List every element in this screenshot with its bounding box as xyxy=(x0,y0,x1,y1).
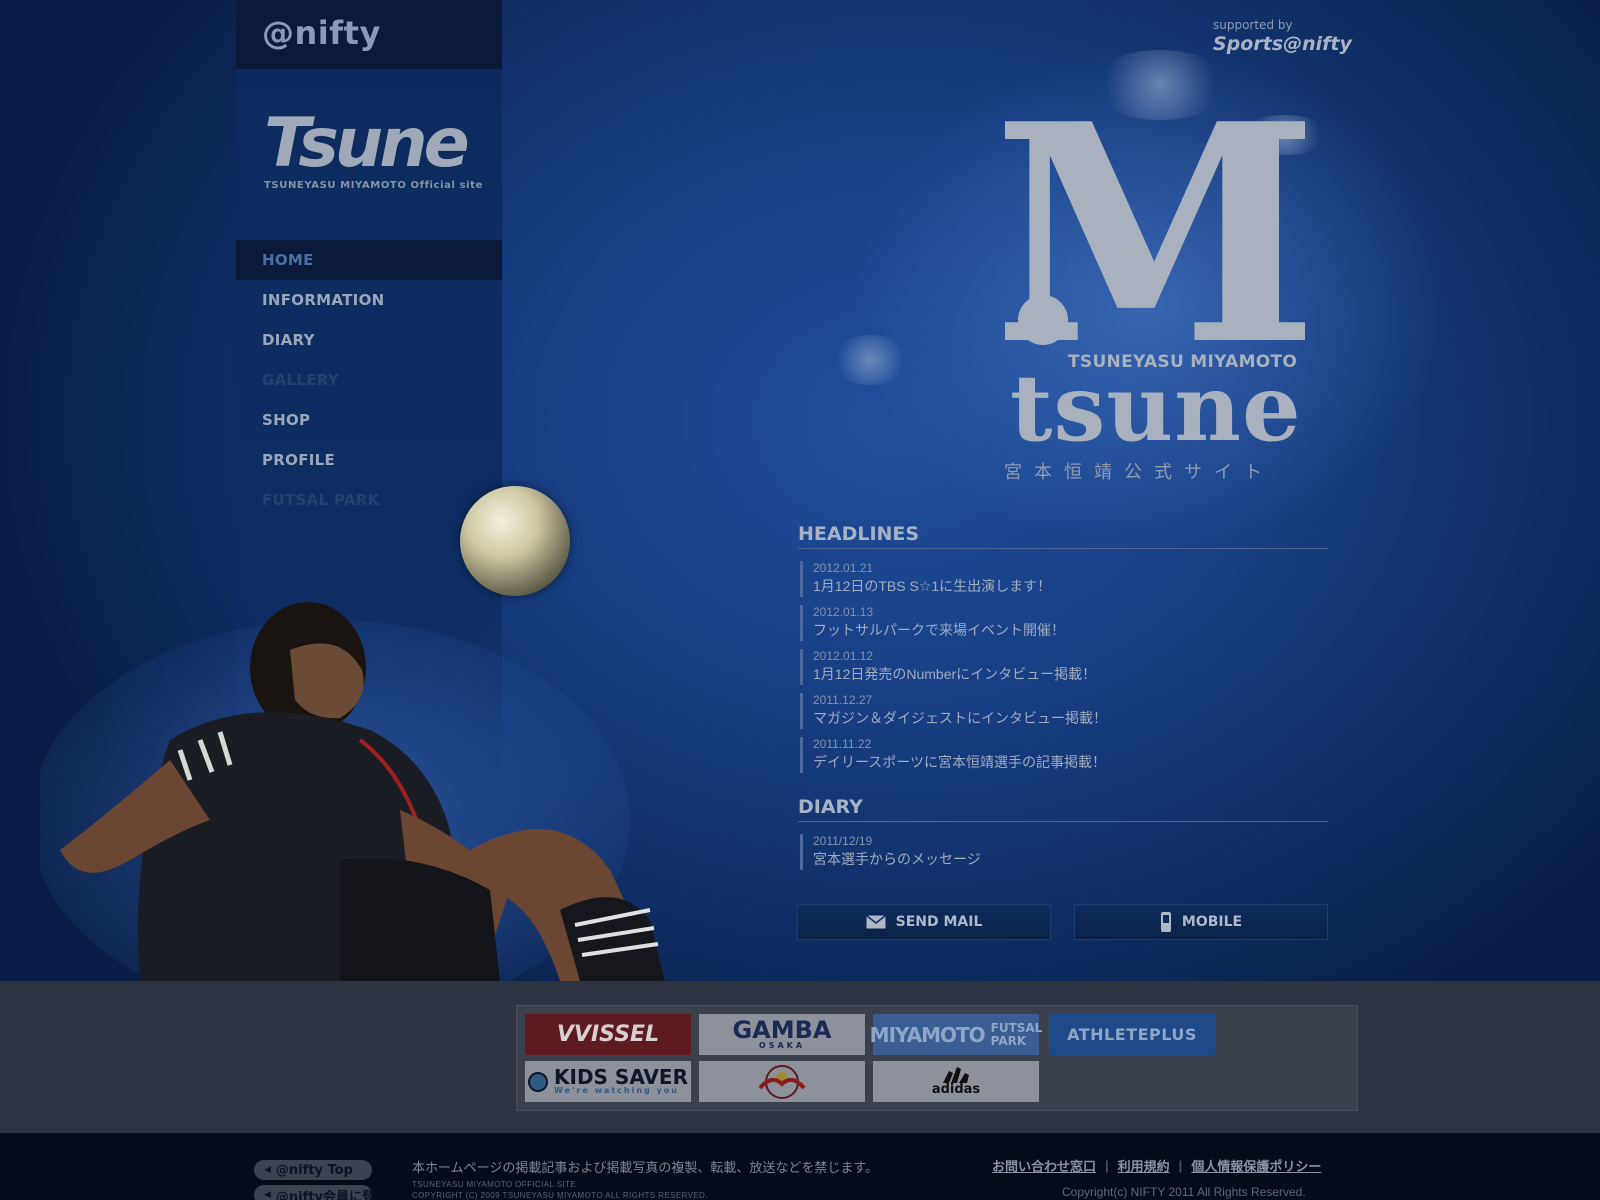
footer-separator: | xyxy=(1178,1158,1183,1173)
futsal-word: FUTSAL xyxy=(990,1020,1043,1035)
site-tagline: TSUNEYASU MIYAMOTO Official site xyxy=(264,180,483,191)
diary-list: 2011/12/19 宮本選手からのメッセージ xyxy=(800,834,1330,878)
diary-item[interactable]: 2011/12/19 宮本選手からのメッセージ xyxy=(800,834,1330,870)
nav-item-information[interactable]: INFORMATION xyxy=(236,280,502,320)
diary-title: DIARY xyxy=(798,796,1328,822)
footer-separator: | xyxy=(1105,1158,1109,1173)
supported-by[interactable]: supported by Sports@nifty xyxy=(1213,18,1352,55)
player-photo xyxy=(40,602,665,981)
footer-links: お問い合わせ窓口 | 利用規約 | 個人情報保護ポリシー xyxy=(992,1156,1321,1175)
nav-item-profile[interactable]: PROFILE xyxy=(236,440,502,480)
contact-link[interactable]: お問い合わせ窓口 xyxy=(992,1156,1096,1175)
cloud-decoration xyxy=(830,335,910,385)
brand-word: tsune xyxy=(1010,354,1302,462)
headline-text[interactable]: デイリースポーツに宮本恒靖選手の記事掲載！ xyxy=(813,752,1330,772)
adidas-stripes-icon xyxy=(943,1066,969,1083)
soccer-ball-image xyxy=(460,486,570,596)
headline-date: 2012.01.12 xyxy=(813,649,874,663)
supported-label: supported by xyxy=(1213,18,1293,32)
mobile-phone-icon xyxy=(1160,912,1171,932)
nifty-header-bar: @nifty xyxy=(236,0,502,69)
nifty-copyright: Copyright(c) NIFTY 2011 All Rights Reser… xyxy=(1062,1185,1306,1199)
nifty-top-label: @nifty Top xyxy=(275,1162,353,1178)
gamba-logo-text: GAMBA xyxy=(732,1016,832,1044)
kids-saver-logo-text: KIDS SAVER xyxy=(554,1065,688,1089)
headlines-list: 2012.01.21 1月12日のTBS S☆1に生出演します！ 2012.01… xyxy=(800,561,1330,781)
nav-item-futsal-park[interactable]: FUTSAL PARK xyxy=(236,480,502,520)
main-nav: HOME INFORMATION DIARY GALLERY SHOP PROF… xyxy=(236,240,502,520)
futsal-park-text: FUTSAL PARK xyxy=(990,1020,1043,1048)
nav-item-home[interactable]: HOME xyxy=(236,240,502,280)
privacy-policy-link[interactable]: 個人情報保護ポリシー xyxy=(1191,1156,1321,1175)
mobile-button[interactable]: MOBILE xyxy=(1074,904,1328,940)
send-mail-label: SEND MAIL xyxy=(895,914,983,930)
nifty-top-link[interactable]: ◀ @nifty Top xyxy=(254,1160,372,1180)
site-copyright-small: COPYRIGHT (C) 2009 TSUNEYASU MIYAMOTO AL… xyxy=(412,1191,708,1200)
headline-item[interactable]: 2011.11.22 デイリースポーツに宮本恒靖選手の記事掲載！ xyxy=(800,737,1330,773)
kids-saver-sub-text: We're watching you xyxy=(554,1086,679,1095)
headline-date: 2012.01.13 xyxy=(813,605,874,619)
headline-text[interactable]: マガジン＆ダイジェストにインタビュー掲載！ xyxy=(813,708,1330,728)
nav-item-shop[interactable]: SHOP xyxy=(236,400,502,440)
headline-text[interactable]: フットサルパークで来場イベント開催！ xyxy=(813,620,1330,640)
headline-item[interactable]: 2012.01.21 1月12日のTBS S☆1に生出演します！ xyxy=(800,561,1330,597)
athleteplus-logo-text: ATHLETEPLUS xyxy=(1067,1025,1197,1044)
kids-saver-icon xyxy=(528,1071,548,1092)
sponsor-athleteplus[interactable]: ATHLETEPLUS xyxy=(1049,1014,1215,1055)
headline-text[interactable]: 1月12日のTBS S☆1に生出演します！ xyxy=(813,576,1330,596)
headline-item[interactable]: 2011.12.27 マガジン＆ダイジェストにインタビュー掲載！ xyxy=(800,693,1330,729)
nav-item-diary[interactable]: DIARY xyxy=(236,320,502,360)
nav-item-gallery[interactable]: GALLERY xyxy=(236,360,502,400)
send-mail-button[interactable]: SEND MAIL xyxy=(797,904,1051,940)
vissel-logo-text: VVISSEL xyxy=(556,1022,660,1047)
sponsor-vissel[interactable]: VVISSEL xyxy=(525,1014,691,1055)
headline-date: 2012.01.21 xyxy=(813,561,874,575)
headline-item[interactable]: 2012.01.12 1月12日発売のNumberにインタビュー掲載！ xyxy=(800,649,1330,685)
envelope-icon xyxy=(865,915,886,929)
copyright-notice: 本ホームページの掲載記事および掲載写真の複製、転載、放送などを禁じます。 xyxy=(412,1160,879,1175)
site-name-small: TSUNEYASU MIYAMOTO OFFICIAL SITE xyxy=(412,1180,577,1189)
kids-saver-texts: KIDS SAVER We're watching you xyxy=(554,1065,688,1095)
sports-nifty-logo: Sports@nifty xyxy=(1213,33,1352,55)
hero-background: @nifty Tsune TSUNEYASU MIYAMOTO Official… xyxy=(0,0,1600,981)
sponsor-gamba[interactable]: GAMBA OSAKA xyxy=(699,1014,865,1055)
adidas-logo-text: adidas xyxy=(931,1081,981,1097)
headline-date: 2011.12.27 xyxy=(813,693,873,707)
sponsor-kids-saver[interactable]: KIDS SAVER We're watching you xyxy=(525,1061,691,1102)
headlines-title: HEADLINES xyxy=(798,523,1328,549)
triangle-left-icon: ◀ xyxy=(264,1190,271,1200)
red-bull-emblem-icon xyxy=(758,1064,806,1099)
gamba-sub-text: OSAKA xyxy=(758,1041,806,1050)
headline-date: 2011.11.22 xyxy=(813,737,872,751)
brand-japanese-title: 宮本恒靖公式サイト xyxy=(1004,462,1274,483)
miyamoto-futsal-text: MIYAMOTO xyxy=(869,1022,986,1047)
headline-text[interactable]: 1月12日発売のNumberにインタビュー掲載！ xyxy=(813,664,1330,684)
triangle-left-icon: ◀ xyxy=(264,1165,271,1175)
headline-item[interactable]: 2012.01.13 フットサルパークで来場イベント開催！ xyxy=(800,605,1330,641)
sponsor-red-bull[interactable] xyxy=(699,1061,865,1102)
sponsor-adidas[interactable]: adidas xyxy=(873,1061,1039,1102)
terms-link[interactable]: 利用規約 xyxy=(1118,1156,1170,1175)
nifty-register-link[interactable]: ◀ @nifty会員に登録 xyxy=(254,1185,372,1200)
diary-text[interactable]: 宮本選手からのメッセージ xyxy=(813,849,1330,869)
site-logo[interactable]: Tsune xyxy=(264,110,470,178)
mobile-label: MOBILE xyxy=(1181,914,1243,930)
park-word: PARK xyxy=(990,1033,1027,1048)
m-monogram-logo: M xyxy=(1005,95,1305,355)
nifty-logo[interactable]: @nifty xyxy=(262,14,381,52)
nifty-register-label: @nifty会員に登録 xyxy=(275,1189,372,1200)
diary-date: 2011/12/19 xyxy=(813,834,873,848)
sponsor-miyamoto-futsal[interactable]: MIYAMOTO FUTSAL PARK xyxy=(869,1014,1042,1055)
